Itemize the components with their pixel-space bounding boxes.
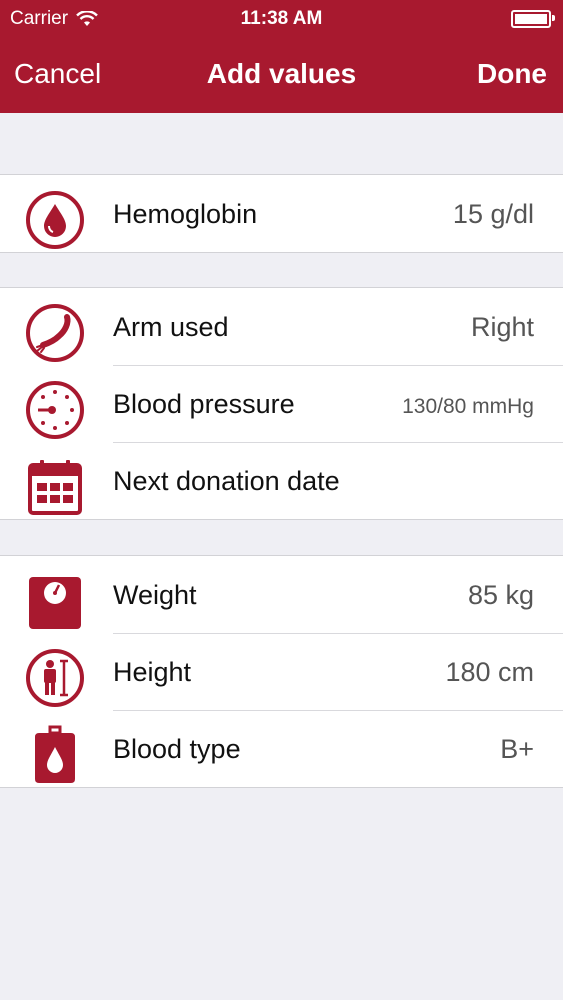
height-icon [25,648,85,708]
hemoglobin-group: Hemoglobin 15 g/dl [0,174,563,253]
pressure-gauge-icon [25,380,85,440]
hemoglobin-value: 15 g/dl [452,199,534,229]
status-bar: Carrier 11:38 AM [0,0,563,36]
done-button[interactable]: Done [477,58,547,90]
blood-pressure-label: Blood pressure [113,389,295,419]
height-label: Height [113,657,192,687]
arm-icon [25,303,85,363]
blood-pressure-value: 130/80 mmHg [402,395,534,418]
donation-group: Arm used Right Blood pressure 130/80 mmH… [0,287,563,520]
weight-label: Weight [113,580,197,610]
hemoglobin-label: Hemoglobin [113,199,258,229]
status-time: 11:38 AM [240,8,323,29]
arm-used-label: Arm used [113,312,229,342]
battery-icon [511,10,555,28]
blood-type-label: Blood type [113,734,241,764]
row-height[interactable]: Height 180 cm [0,633,563,710]
blood-type-value: B+ [500,734,534,764]
navigation-bar: Cancel Add values Done [0,36,563,113]
header: Carrier 11:38 AM Cancel Add values Done [0,0,563,113]
row-hemoglobin[interactable]: Hemoglobin 15 g/dl [0,175,563,252]
height-value: 180 cm [445,657,534,687]
calendar-icon [25,457,85,517]
row-blood-pressure[interactable]: Blood pressure 130/80 mmHg [0,365,563,442]
row-weight[interactable]: Weight 85 kg [0,556,563,633]
blood-drop-icon [25,190,85,250]
row-arm-used[interactable]: Arm used Right [0,288,563,365]
arm-used-value: Right [470,312,534,342]
blood-bag-icon [25,725,85,785]
next-donation-date-label: Next donation date [113,466,340,496]
row-next-donation-date[interactable]: Next donation date [0,442,563,519]
row-blood-type[interactable]: Blood type B+ [0,710,563,787]
scale-icon [25,571,85,631]
weight-value: 85 kg [467,580,534,610]
body-measurements-group: Weight 85 kg Height 180 cm Blood type B+ [0,555,563,788]
